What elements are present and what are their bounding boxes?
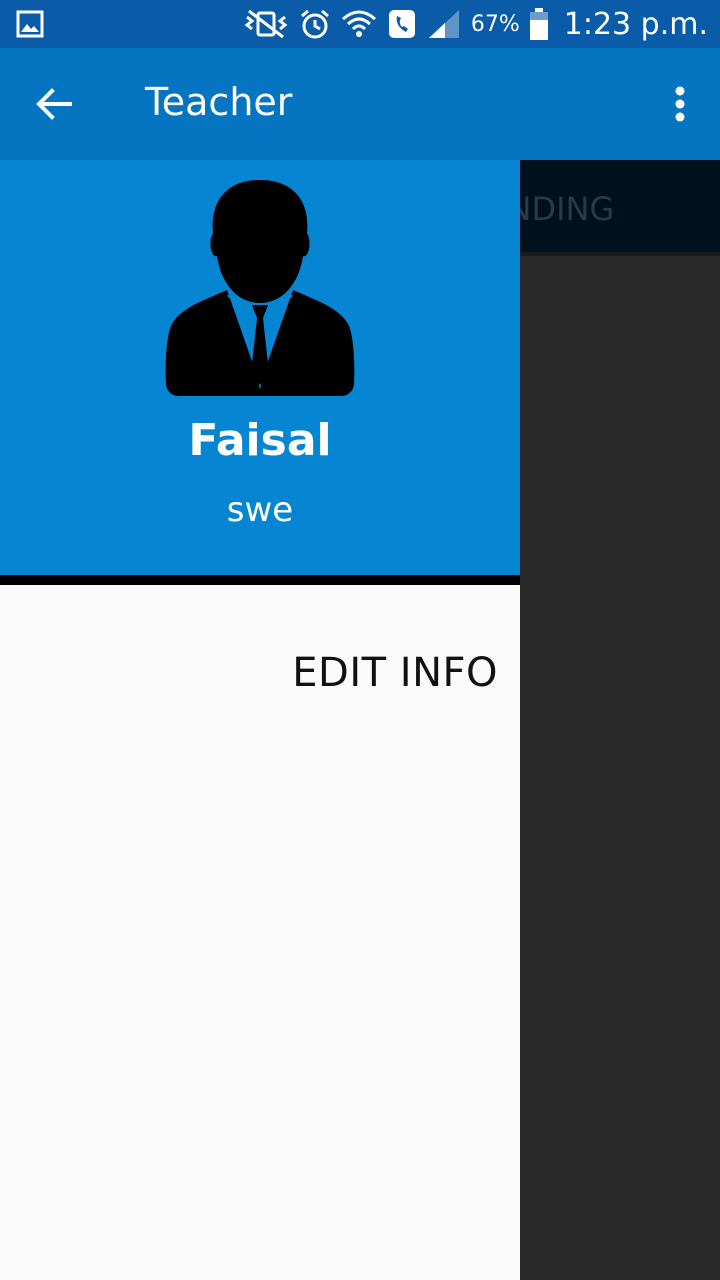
user-name: Faisal bbox=[188, 415, 332, 466]
app-bar: Teacher bbox=[0, 48, 720, 160]
edit-info-button[interactable]: EDIT INFO bbox=[292, 650, 498, 696]
person-avatar-icon bbox=[165, 180, 355, 396]
signal-icon bbox=[428, 10, 459, 38]
clock: 1:23 p.m. bbox=[563, 6, 708, 42]
header-divider bbox=[0, 575, 520, 585]
wifi-icon bbox=[341, 10, 376, 37]
more-vert-icon[interactable] bbox=[674, 86, 686, 122]
phone-icon bbox=[388, 10, 415, 38]
drawer-header: Faisal swe bbox=[0, 160, 520, 575]
alarm-icon bbox=[300, 9, 329, 39]
tab-pending: PENDING bbox=[520, 190, 615, 228]
arrow-left-icon[interactable] bbox=[34, 84, 74, 124]
navigation-drawer: Faisal swe EDIT INFO bbox=[0, 160, 520, 1280]
background-tab-strip: PENDING bbox=[520, 160, 720, 252]
status-bar: 67% 1:23 p.m. bbox=[0, 0, 720, 48]
page-title: Teacher bbox=[145, 80, 293, 124]
battery-icon bbox=[529, 8, 548, 40]
battery-percent: 67% bbox=[470, 11, 520, 37]
user-subtitle: swe bbox=[226, 490, 294, 530]
vibrate-off-icon bbox=[244, 9, 288, 39]
gallery-icon bbox=[16, 10, 44, 38]
background-divider bbox=[520, 252, 720, 256]
